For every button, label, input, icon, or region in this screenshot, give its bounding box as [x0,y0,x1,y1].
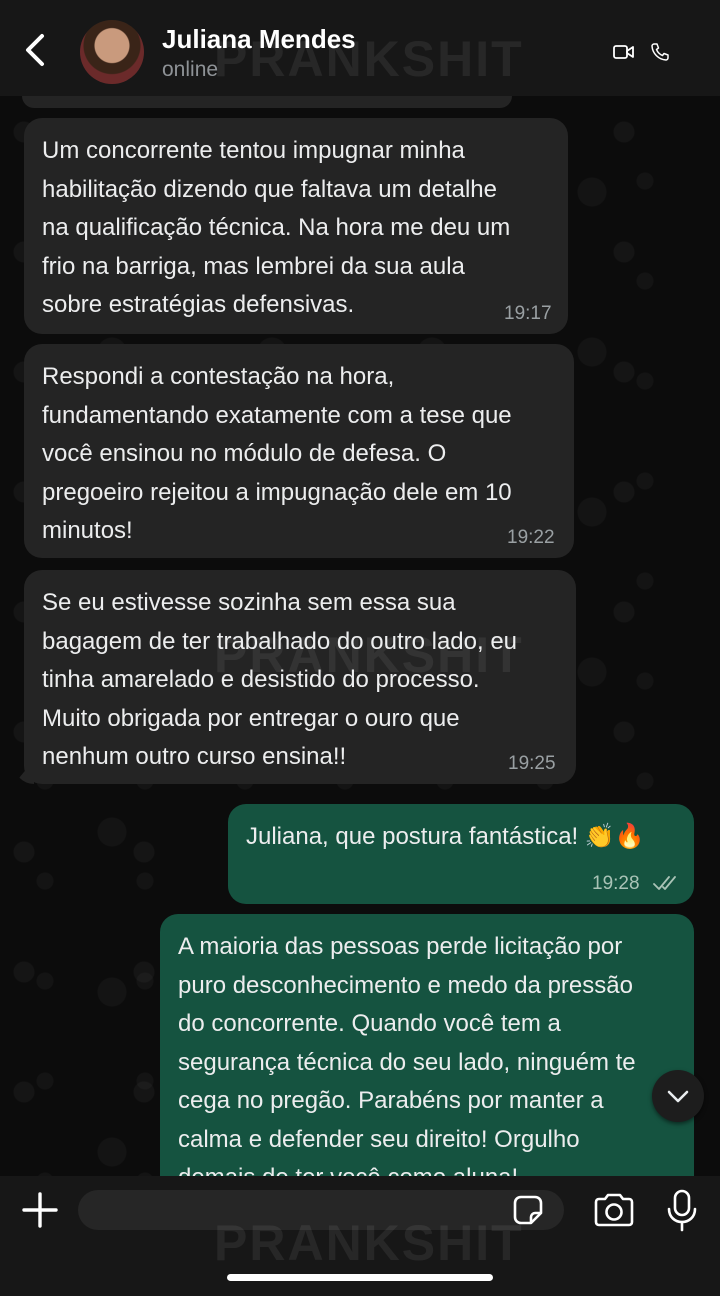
chevron-down-icon [667,1090,689,1103]
contact-name[interactable]: Juliana Mendes [162,24,356,55]
message-bubble-incoming[interactable]: Se eu estivesse sozinha sem essa sua bag… [24,570,576,784]
double-check-icon [653,876,676,890]
attach-button[interactable] [20,1190,60,1230]
chat-header: Juliana Mendes online [0,0,720,96]
message-bubble-outgoing[interactable]: Juliana, que postura fantástica! 👏🔥 19:2… [228,804,694,904]
camera-button[interactable] [592,1192,636,1228]
message-time: 19:22 [507,527,555,548]
avatar[interactable] [80,20,144,84]
message-composer [0,1176,720,1296]
previous-message-bubble [22,96,512,108]
home-indicator[interactable] [227,1274,493,1281]
message-time: 19:25 [508,753,556,774]
message-time: 19:17 [504,303,552,324]
message-time: 19:28 [592,873,640,894]
video-call-button[interactable] [612,42,636,62]
plus-icon [22,1192,58,1228]
message-bubble-incoming[interactable]: Um concorrente tentou impugnar minha hab… [24,118,568,334]
phone-icon [651,43,669,61]
back-button[interactable] [18,30,54,70]
message-text: Se eu estivesse sozinha sem essa sua bag… [42,589,518,770]
message-text: Respondi a contestação na hora, fundamen… [42,363,512,544]
voice-record-button[interactable] [664,1188,700,1234]
message-text: Um concorrente tentou impugnar minha hab… [42,137,511,318]
message-text: Juliana, que postura fantástica! 👏🔥 [246,823,645,850]
message-bubble-outgoing[interactable]: A maioria das pessoas perde licitação po… [160,914,694,1214]
message-bubble-incoming[interactable]: Respondi a contestação na hora, fundamen… [24,344,574,558]
voice-call-button[interactable] [650,42,670,62]
scroll-to-bottom-button[interactable] [652,1070,704,1122]
sticker-button[interactable] [512,1194,544,1226]
sticker-icon [513,1195,543,1225]
message-text: A maioria das pessoas perde licitação po… [178,933,636,1191]
camera-icon [594,1193,634,1227]
video-camera-icon [613,45,634,59]
contact-status: online [162,58,219,81]
microphone-icon [667,1189,697,1232]
chevron-left-icon [26,34,44,66]
message-input[interactable] [78,1190,564,1230]
